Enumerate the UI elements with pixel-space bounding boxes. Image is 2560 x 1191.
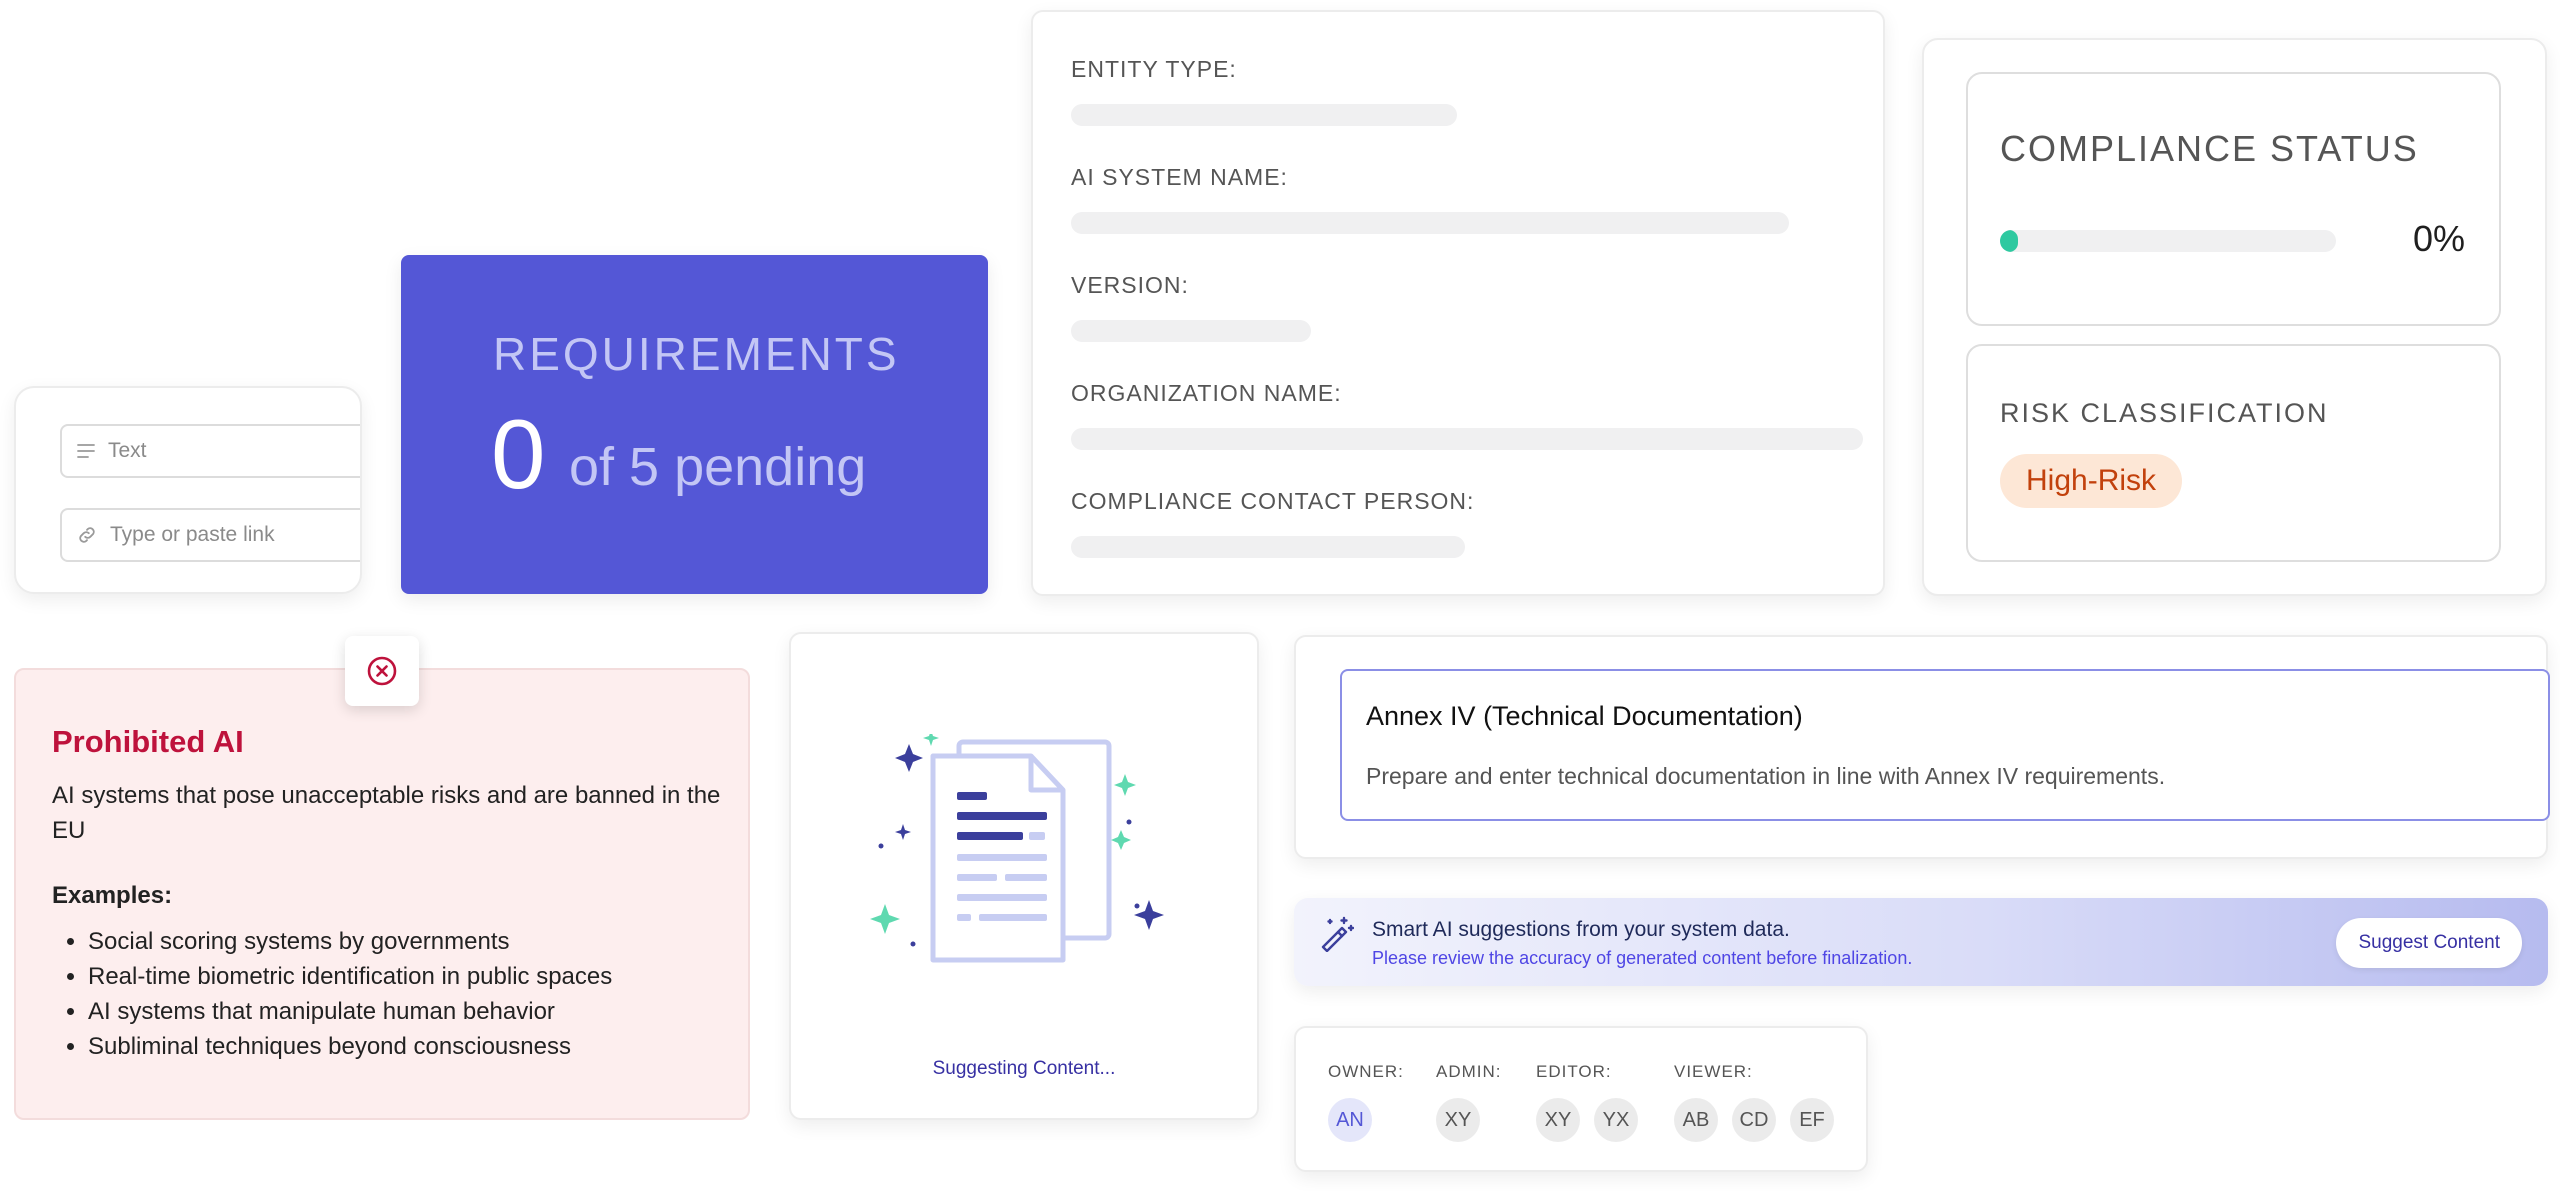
text-input-placeholder: Text xyxy=(108,439,147,462)
list-item: AI systems that manipulate human behavio… xyxy=(88,994,612,1029)
suggesting-content-card: Suggesting Content... xyxy=(789,632,1259,1120)
risk-badge: High-Risk xyxy=(2000,454,2183,508)
avatar[interactable]: CD xyxy=(1732,1098,1776,1142)
requirements-pending-label: of 5 pending xyxy=(569,437,867,497)
compliance-contact-label: COMPLIANCE CONTACT PERSON: xyxy=(1071,488,1475,514)
compliance-panel: COMPLIANCE STATUS 0% RISK CLASSIFICATION… xyxy=(1922,38,2547,596)
annex-description: Prepare and enter technical documentatio… xyxy=(1366,763,2166,789)
compliance-progress-bar xyxy=(2000,230,2336,252)
list-item: Real-time biometric identification in pu… xyxy=(88,959,612,994)
suggest-content-button[interactable]: Suggest Content xyxy=(2336,918,2522,968)
compliance-contact-field[interactable] xyxy=(1071,536,1465,558)
smart-ai-title: Smart AI suggestions from your system da… xyxy=(1372,918,1790,941)
link-icon xyxy=(79,527,95,543)
organization-name-field[interactable] xyxy=(1071,428,1863,450)
avatar[interactable]: AN xyxy=(1328,1098,1372,1142)
close-circle-icon xyxy=(367,656,397,686)
entity-form-card: ENTITY TYPE: AI SYSTEM NAME: VERSION: OR… xyxy=(1031,10,1885,596)
avatar[interactable]: AB xyxy=(1674,1098,1718,1142)
annex-title: Annex IV (Technical Documentation) xyxy=(1366,701,1803,731)
smart-ai-subtitle: Please review the accuracy of generated … xyxy=(1372,948,1913,968)
ai-system-name-label: AI SYSTEM NAME: xyxy=(1071,164,1288,190)
owner-role: OWNER: AN xyxy=(1328,1062,1404,1142)
smart-ai-banner: Smart AI suggestions from your system da… xyxy=(1294,898,2548,986)
version-field[interactable] xyxy=(1071,320,1311,342)
text-input[interactable]: Text xyxy=(60,424,360,478)
list-item: Social scoring systems by governments xyxy=(88,924,612,959)
requirements-title: REQUIREMENTS xyxy=(493,328,900,380)
suggesting-status-text: Suggesting Content... xyxy=(932,1058,1116,1079)
entity-type-label: ENTITY TYPE: xyxy=(1071,56,1237,82)
text-lines-icon xyxy=(77,444,95,458)
document-sparkle-illustration xyxy=(870,734,1164,963)
ai-system-name-field[interactable] xyxy=(1071,212,1789,234)
requirements-count: 0 xyxy=(491,399,546,509)
link-input[interactable]: Type or paste link xyxy=(60,508,360,562)
compliance-status-title: COMPLIANCE STATUS xyxy=(2000,128,2419,169)
prohibited-ai-card: Prohibited AI AI systems that pose unacc… xyxy=(14,668,750,1120)
admin-role: ADMIN: XY xyxy=(1436,1062,1502,1142)
roles-card: OWNER: AN ADMIN: XY EDITOR: XY YX VIEWER… xyxy=(1294,1026,1868,1172)
compliance-status-box: COMPLIANCE STATUS 0% xyxy=(1966,72,2501,326)
editor-label: EDITOR: xyxy=(1536,1062,1612,1081)
admin-label: ADMIN: xyxy=(1436,1062,1502,1081)
compliance-progress-fill xyxy=(2000,230,2018,252)
annex-card: Annex IV (Technical Documentation) Prepa… xyxy=(1294,635,2550,859)
avatar[interactable]: YX xyxy=(1594,1098,1638,1142)
examples-label: Examples: xyxy=(52,882,173,909)
avatar[interactable]: XY xyxy=(1436,1098,1480,1142)
examples-list: Social scoring systems by governments Re… xyxy=(88,924,612,1064)
version-label: VERSION: xyxy=(1071,272,1189,298)
organization-name-label: ORGANIZATION NAME: xyxy=(1071,380,1342,406)
owner-label: OWNER: xyxy=(1328,1062,1404,1081)
viewer-label: VIEWER: xyxy=(1674,1062,1753,1081)
avatar[interactable]: EF xyxy=(1790,1098,1834,1142)
magic-wand-icon xyxy=(1321,916,1354,952)
prohibited-ai-description: AI systems that pose unacceptable risks … xyxy=(52,782,721,844)
close-button[interactable] xyxy=(345,636,419,706)
requirements-card: REQUIREMENTS 0 of 5 pending xyxy=(401,255,988,594)
link-input-card: Text Type or paste link xyxy=(14,386,362,594)
entity-type-field[interactable] xyxy=(1071,104,1457,126)
editor-role: EDITOR: XY YX xyxy=(1536,1062,1638,1142)
prohibited-ai-title: Prohibited AI xyxy=(52,724,244,759)
viewer-role: VIEWER: AB CD EF xyxy=(1674,1062,1834,1142)
link-input-placeholder: Type or paste link xyxy=(110,523,275,546)
risk-classification-box: RISK CLASSIFICATION High-Risk xyxy=(1966,344,2501,562)
list-item: Subliminal techniques beyond consciousne… xyxy=(88,1029,612,1064)
annex-item[interactable]: Annex IV (Technical Documentation) Prepa… xyxy=(1340,669,2550,821)
compliance-status-percent: 0% xyxy=(2412,218,2465,259)
avatar[interactable]: XY xyxy=(1536,1098,1580,1142)
risk-classification-title: RISK CLASSIFICATION xyxy=(2000,398,2329,428)
